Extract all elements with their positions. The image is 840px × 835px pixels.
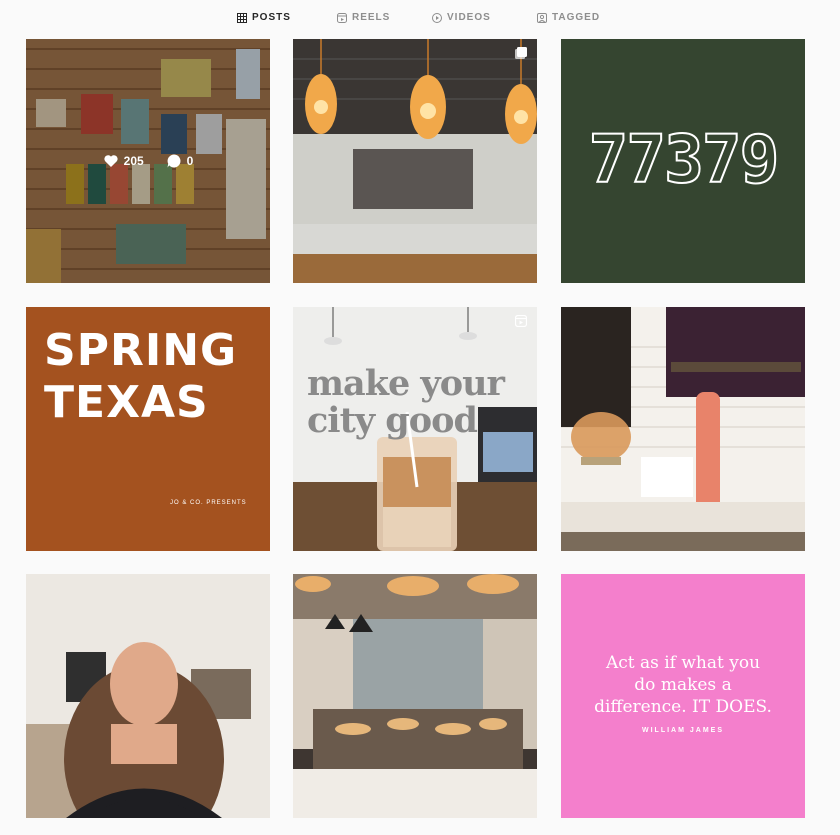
tab-reels[interactable]: REELS <box>337 12 390 23</box>
post-tile[interactable] <box>293 39 537 283</box>
comments-stat: 0 <box>166 153 194 169</box>
post-subtitle: JO & CO. PRESENTS <box>170 500 247 506</box>
tab-posts[interactable]: POSTS <box>237 12 291 23</box>
post-image-bakery-case <box>293 574 537 818</box>
post-tile[interactable]: 205 0 <box>26 39 270 283</box>
comment-icon <box>167 154 181 168</box>
wall-lettering: make your city good <box>307 363 505 441</box>
post-tile[interactable]: make your city good <box>293 307 537 551</box>
quote-text: Act as if what you do makes a difference… <box>594 653 772 717</box>
post-tile[interactable] <box>26 574 270 818</box>
multiple-posts-icon <box>515 47 527 59</box>
profile-tabs: POSTS REELS VIDEOS TAGGED <box>0 0 840 36</box>
comments-count: 0 <box>186 154 194 168</box>
post-title: SPRING TEXAS <box>44 325 238 428</box>
post-tile[interactable]: 77379 <box>561 39 805 283</box>
tab-posts-label: POSTS <box>252 12 291 23</box>
post-stats-overlay: 205 0 <box>26 39 270 283</box>
likes-stat: 205 <box>103 153 144 169</box>
quote-author: WILLIAM JAMES <box>642 727 724 734</box>
zip-code-text: 77379 <box>588 120 781 199</box>
tab-tagged-label: TAGGED <box>552 12 601 23</box>
post-tile[interactable] <box>561 307 805 551</box>
tagged-icon <box>537 12 547 23</box>
tab-videos[interactable]: VIDEOS <box>432 12 491 23</box>
grid-icon <box>237 12 247 23</box>
tab-videos-label: VIDEOS <box>447 12 491 23</box>
post-image-coffee-bar <box>293 39 537 283</box>
post-image-bakery-counter <box>561 307 805 551</box>
tab-reels-label: REELS <box>352 12 391 23</box>
likes-count: 205 <box>123 154 144 168</box>
post-tile[interactable] <box>293 574 537 818</box>
post-tile[interactable]: Act as if what you do makes a difference… <box>561 574 805 818</box>
reel-icon <box>515 315 527 327</box>
post-image-woman-portrait <box>26 574 270 818</box>
video-icon <box>432 12 442 23</box>
heart-icon <box>104 155 118 167</box>
reels-icon <box>337 12 347 23</box>
tab-tagged[interactable]: TAGGED <box>537 12 600 23</box>
post-tile[interactable]: SPRING TEXAS JO & CO. PRESENTS <box>26 307 270 551</box>
